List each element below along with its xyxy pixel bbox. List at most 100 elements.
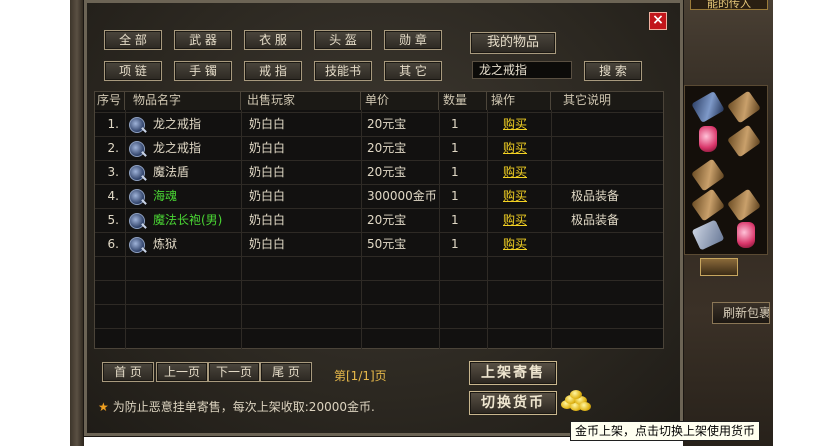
category-clothes-button[interactable]: 衣 服 — [244, 30, 302, 50]
row-seller: 奶白白 — [249, 213, 286, 227]
list-consign-button[interactable]: 上架寄售 — [469, 361, 557, 385]
left-scene-strip — [70, 0, 84, 446]
row-price: 20元宝 — [367, 165, 407, 179]
gold-coins-icon[interactable] — [561, 390, 593, 412]
inventory-paper-icon[interactable] — [691, 219, 725, 251]
row-seller: 奶白白 — [249, 141, 286, 155]
star-icon: ★ — [98, 400, 109, 414]
inventory-potion-icon[interactable] — [699, 126, 717, 152]
magnifier-icon[interactable] — [129, 189, 145, 205]
category-other-button[interactable]: 其 它 — [384, 61, 442, 81]
magnifier-icon[interactable] — [129, 237, 145, 253]
magnifier-icon[interactable] — [129, 165, 145, 181]
table-header: 序号 物品名字 出售玩家 单价 数量 操作 其它说明 — [95, 92, 663, 110]
currency-tooltip: 金币上架，点击切换上架使用货币 — [570, 421, 761, 441]
row-price: 20元宝 — [367, 117, 407, 131]
row-price: 300000金币 — [367, 189, 437, 203]
category-weapon-button[interactable]: 武 器 — [174, 30, 232, 50]
fee-notice: ★ 为防止恶意挂单寄售，每次上架收取:20000金币. — [98, 398, 375, 415]
empty-row — [95, 256, 663, 280]
row-buy-link[interactable]: 购买 — [503, 185, 527, 209]
search-button[interactable]: 搜 索 — [584, 61, 642, 81]
row-index: 1. — [107, 117, 119, 131]
category-all-button[interactable]: 全 部 — [104, 30, 162, 50]
category-ring-button[interactable]: 戒 指 — [244, 61, 302, 81]
inventory-scroll-icon[interactable] — [727, 188, 761, 222]
inventory-potion-icon[interactable] — [737, 222, 755, 248]
my-items-button[interactable]: 我的物品 — [470, 32, 556, 54]
inventory-scroll-icon[interactable] — [691, 188, 725, 222]
row-qty: 1 — [451, 141, 459, 155]
magnifier-icon[interactable] — [129, 213, 145, 229]
row-qty: 1 — [451, 213, 459, 227]
empty-row — [95, 328, 663, 352]
empty-row — [95, 280, 663, 304]
row-buy-link[interactable]: 购买 — [503, 209, 527, 233]
table-row[interactable]: 3. 魔法盾 奶白白 20元宝 1 购买 — [95, 160, 663, 184]
inventory-scroll-icon[interactable] — [727, 124, 761, 158]
table-row[interactable]: 1. 龙之戒指 奶白白 20元宝 1 购买 — [95, 112, 663, 136]
row-note: 极品装备 — [571, 189, 620, 203]
row-price: 20元宝 — [367, 141, 407, 155]
row-index: 6. — [107, 237, 119, 251]
magnifier-icon[interactable] — [129, 141, 145, 157]
row-item-name: 魔法盾 — [153, 165, 190, 179]
row-seller: 奶白白 — [249, 237, 286, 251]
table-row[interactable]: 5. 魔法长袍(男) 奶白白 20元宝 1 购买 极品装备 — [95, 208, 663, 232]
row-index: 2. — [107, 141, 119, 155]
row-price: 50元宝 — [367, 237, 407, 251]
inventory-scroll-icon[interactable] — [691, 158, 725, 192]
row-index: 3. — [107, 165, 119, 179]
row-qty: 1 — [451, 237, 459, 251]
right-top-tab[interactable]: 能的传入 — [690, 0, 768, 10]
row-buy-link[interactable]: 购买 — [503, 233, 527, 257]
row-seller: 奶白白 — [249, 117, 286, 131]
next-page-button[interactable]: 下一页 — [208, 362, 260, 382]
category-skillbook-button[interactable]: 技能书 — [314, 61, 372, 81]
row-seller: 奶白白 — [249, 189, 286, 203]
row-qty: 1 — [451, 165, 459, 179]
inventory-panel — [684, 85, 768, 255]
inventory-scroll-icon[interactable] — [727, 90, 761, 124]
header-seller: 出售玩家 — [241, 92, 361, 110]
row-item-name: 海魂 — [153, 189, 178, 203]
row-item-name: 魔法长袍(男) — [153, 213, 223, 227]
close-button[interactable]: × — [649, 12, 667, 30]
magnifier-icon[interactable] — [129, 117, 145, 133]
header-qty: 数量 — [439, 92, 487, 110]
fee-notice-text: 为防止恶意挂单寄售，每次上架收取:20000金币. — [112, 400, 375, 414]
prev-page-button[interactable]: 上一页 — [156, 362, 208, 382]
empty-row — [95, 304, 663, 328]
header-index: 序号 — [95, 92, 125, 110]
category-medal-button[interactable]: 勋 章 — [384, 30, 442, 50]
header-price: 单价 — [361, 92, 439, 110]
header-name: 物品名字 — [125, 92, 241, 110]
item-table: 序号 物品名字 出售玩家 单价 数量 操作 其它说明 1. 龙之戒指 奶白白 20元宝… — [94, 91, 664, 352]
inventory-book-icon[interactable] — [691, 90, 725, 124]
row-buy-link[interactable]: 购买 — [503, 161, 527, 185]
row-item-name: 炼狱 — [153, 237, 178, 251]
category-helmet-button[interactable]: 头 盔 — [314, 30, 372, 50]
last-page-button[interactable]: 尾 页 — [260, 362, 312, 382]
category-necklace-button[interactable]: 项 链 — [104, 61, 162, 81]
row-buy-link[interactable]: 购买 — [503, 137, 527, 161]
row-item-name: 龙之戒指 — [153, 117, 202, 131]
row-seller: 奶白白 — [249, 165, 286, 179]
search-input[interactable]: 龙之戒指 — [472, 61, 572, 79]
table-row[interactable]: 6. 炼狱 奶白白 50元宝 1 购买 — [95, 232, 663, 256]
row-qty: 1 — [451, 117, 459, 131]
row-item-name: 龙之戒指 — [153, 141, 202, 155]
page-indicator: 第[1/1]页 — [334, 369, 387, 383]
category-bracelet-button[interactable]: 手 镯 — [174, 61, 232, 81]
row-buy-link[interactable]: 购买 — [503, 113, 527, 137]
row-qty: 1 — [451, 189, 459, 203]
header-action: 操作 — [487, 92, 551, 110]
row-price: 20元宝 — [367, 213, 407, 227]
inventory-item-slot[interactable] — [700, 258, 738, 276]
row-index: 5. — [107, 213, 119, 227]
first-page-button[interactable]: 首 页 — [102, 362, 154, 382]
refresh-inventory-button[interactable]: 刷新包裹 — [712, 302, 770, 324]
table-row[interactable]: 4. 海魂 奶白白 300000金币 1 购买 极品装备 — [95, 184, 663, 208]
table-row[interactable]: 2. 龙之戒指 奶白白 20元宝 1 购买 — [95, 136, 663, 160]
switch-currency-button[interactable]: 切换货币 — [469, 391, 557, 415]
